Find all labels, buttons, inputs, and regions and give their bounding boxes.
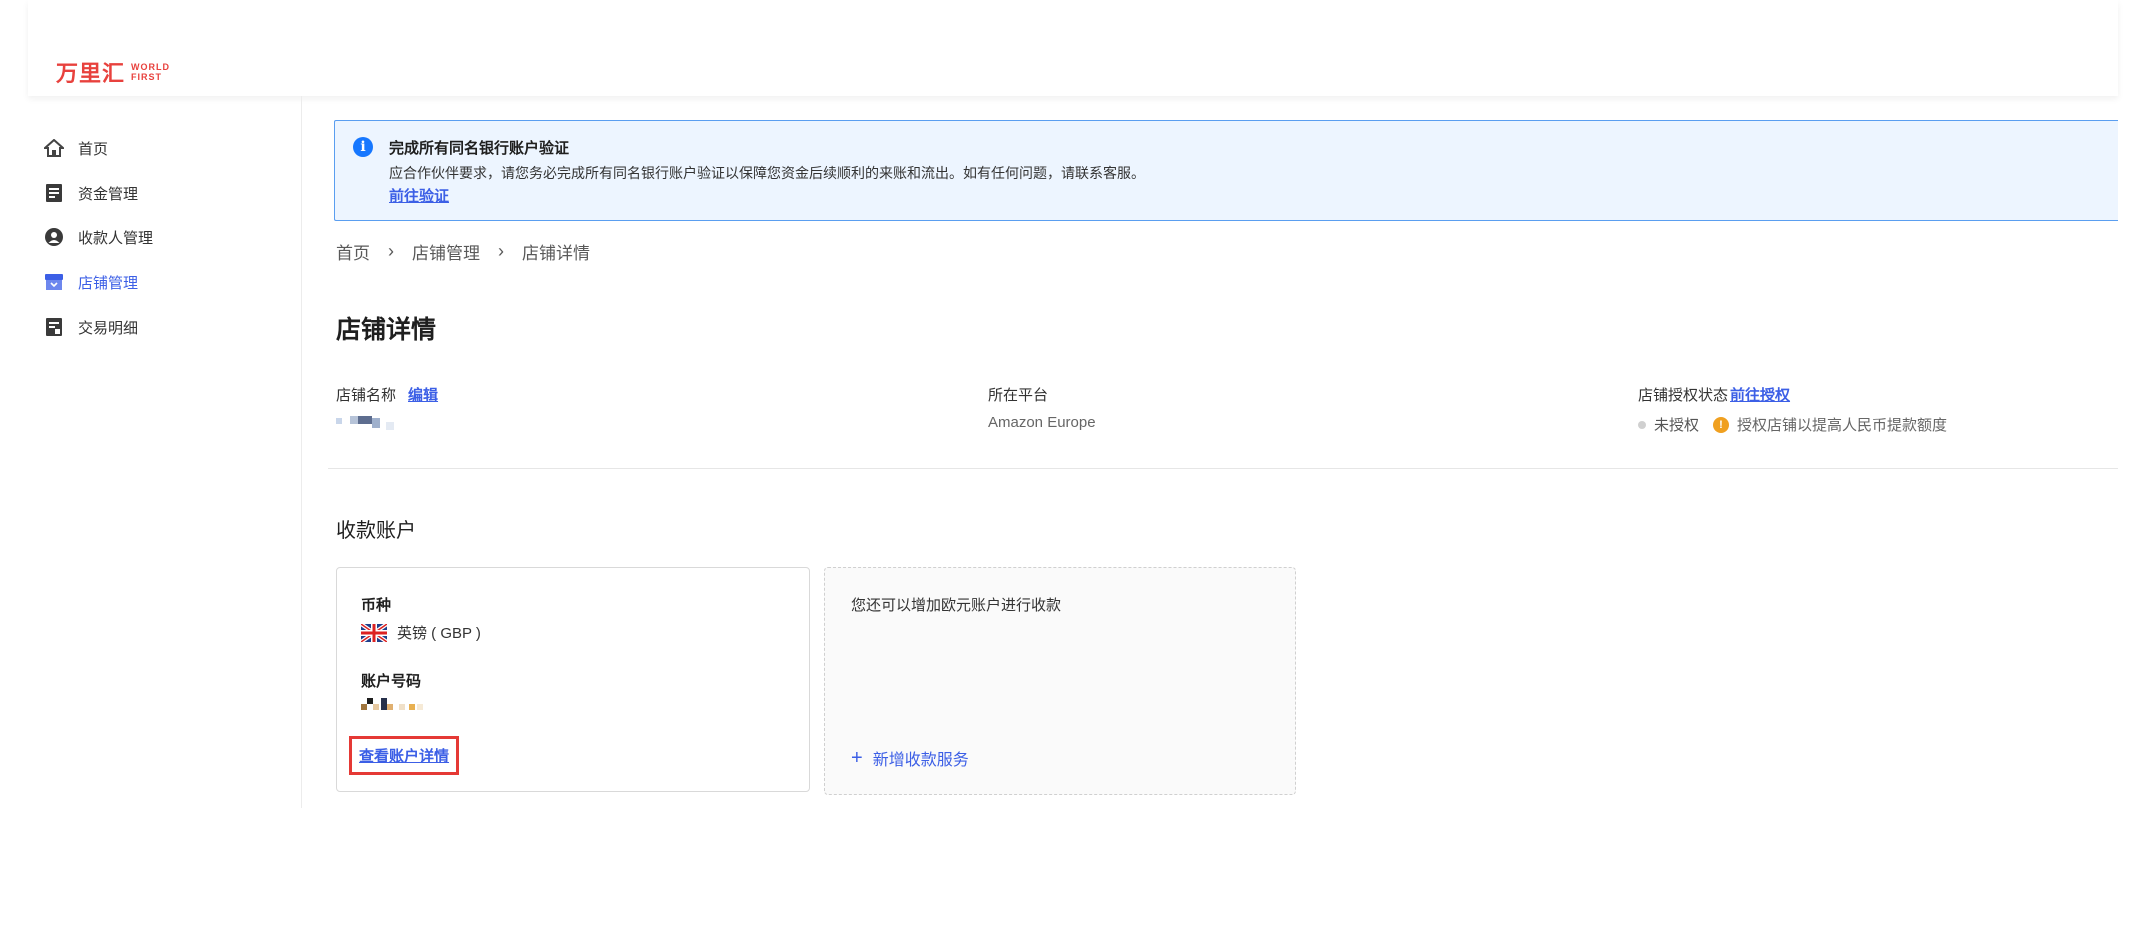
logo-text-en: WORLD FIRST [131,62,171,82]
worldfirst-logo[interactable]: 万里汇 WORLD FIRST [56,56,170,88]
breadcrumb-current: 店铺详情 [522,244,590,263]
page-title: 店铺详情 [336,316,437,344]
store-name-field: 店铺名称 编辑 [336,384,438,405]
edit-store-name-link[interactable]: 编辑 [408,387,438,404]
go-authorize-link[interactable]: 前往授权 [1730,387,1790,404]
warning-icon: ! [1713,416,1730,433]
sidebar-item-home[interactable]: 首页 [44,133,108,163]
auth-status-value: 未授权 [1654,417,1700,434]
uk-flag-icon [359,621,389,644]
sidebar-item-label: 店铺管理 [78,274,139,292]
currency-value: 英镑 ( GBP ) [397,625,481,642]
section-divider [328,468,2118,469]
info-icon: i [353,137,373,157]
sidebar-item-label: 交易明细 [78,319,139,337]
currency-label: 币种 [361,597,392,614]
add-service-label: 新增收款服务 [872,752,969,769]
go-verify-link[interactable]: 前往验证 [389,185,449,206]
transactions-icon [44,317,64,337]
sidebar-item-payees[interactable]: 收款人管理 [44,222,153,252]
top-header: 万里汇 WORLD FIRST [28,0,2118,96]
auth-tip: 授权店铺以提高人民币提款额度 [1737,417,1948,434]
view-account-details-link[interactable]: 查看账户详情 [349,736,460,775]
store-name-label: 店铺名称 [336,387,397,404]
plus-icon: + [851,747,863,769]
breadcrumb-stores[interactable]: 店铺管理 [412,239,480,264]
sidebar-item-label: 收款人管理 [78,229,154,247]
store-icon [44,272,64,292]
home-icon [44,138,64,158]
notice-text: 应合作伙伴要求，请您务必完成所有同名银行账户验证以保障您资金后续顺利的来账和流出… [389,165,1145,181]
platform-label: 所在平台 [988,387,1049,404]
sidebar-item-label: 首页 [78,140,109,158]
add-account-card: 您还可以增加欧元账户进行收款 + 新增收款服务 [824,567,1296,795]
account-card: 币种 英镑 ( GBP ) 账户号码 查看账户详情 [336,567,810,792]
sidebar-item-transactions[interactable]: 交易明细 [44,312,138,342]
breadcrumb-home[interactable]: 首页 [336,239,370,264]
user-icon [44,227,64,247]
sidebar: 首页 资金管理 收款人管理 店铺管理 交易明细 [28,96,302,808]
chevron-right-icon: › [388,241,394,261]
sidebar-item-stores[interactable]: 店铺管理 [44,267,138,297]
logo-text-cn: 万里汇 [56,61,126,86]
sidebar-item-label: 资金管理 [78,185,139,203]
add-account-tip: 您还可以增加欧元账户进行收款 [851,597,1062,614]
currency-row: 英镑 ( GBP ) [359,621,481,644]
sidebar-item-funds[interactable]: 资金管理 [44,178,138,208]
document-icon [44,183,64,203]
breadcrumb: 首页 › 店铺管理 › 店铺详情 [336,239,590,264]
status-dot-icon [1638,420,1646,429]
accounts-section-title: 收款账户 [336,520,416,542]
auth-status: 未授权 ! 授权店铺以提高人民币提款额度 [1638,414,1947,435]
chevron-right-icon: › [498,241,504,261]
platform-value: Amazon Europe [988,414,1096,431]
account-number-label: 账户号码 [361,673,422,690]
verification-notice: i 完成所有同名银行账户验证 应合作伙伴要求，请您务必完成所有同名银行账户验证以… [334,120,2118,221]
add-service-button[interactable]: + 新增收款服务 [851,746,969,770]
auth-status-field: 店铺授权状态 前往授权 [1638,384,1790,405]
notice-title: 完成所有同名银行账户验证 [389,140,570,157]
auth-status-label: 店铺授权状态 [1638,387,1729,404]
